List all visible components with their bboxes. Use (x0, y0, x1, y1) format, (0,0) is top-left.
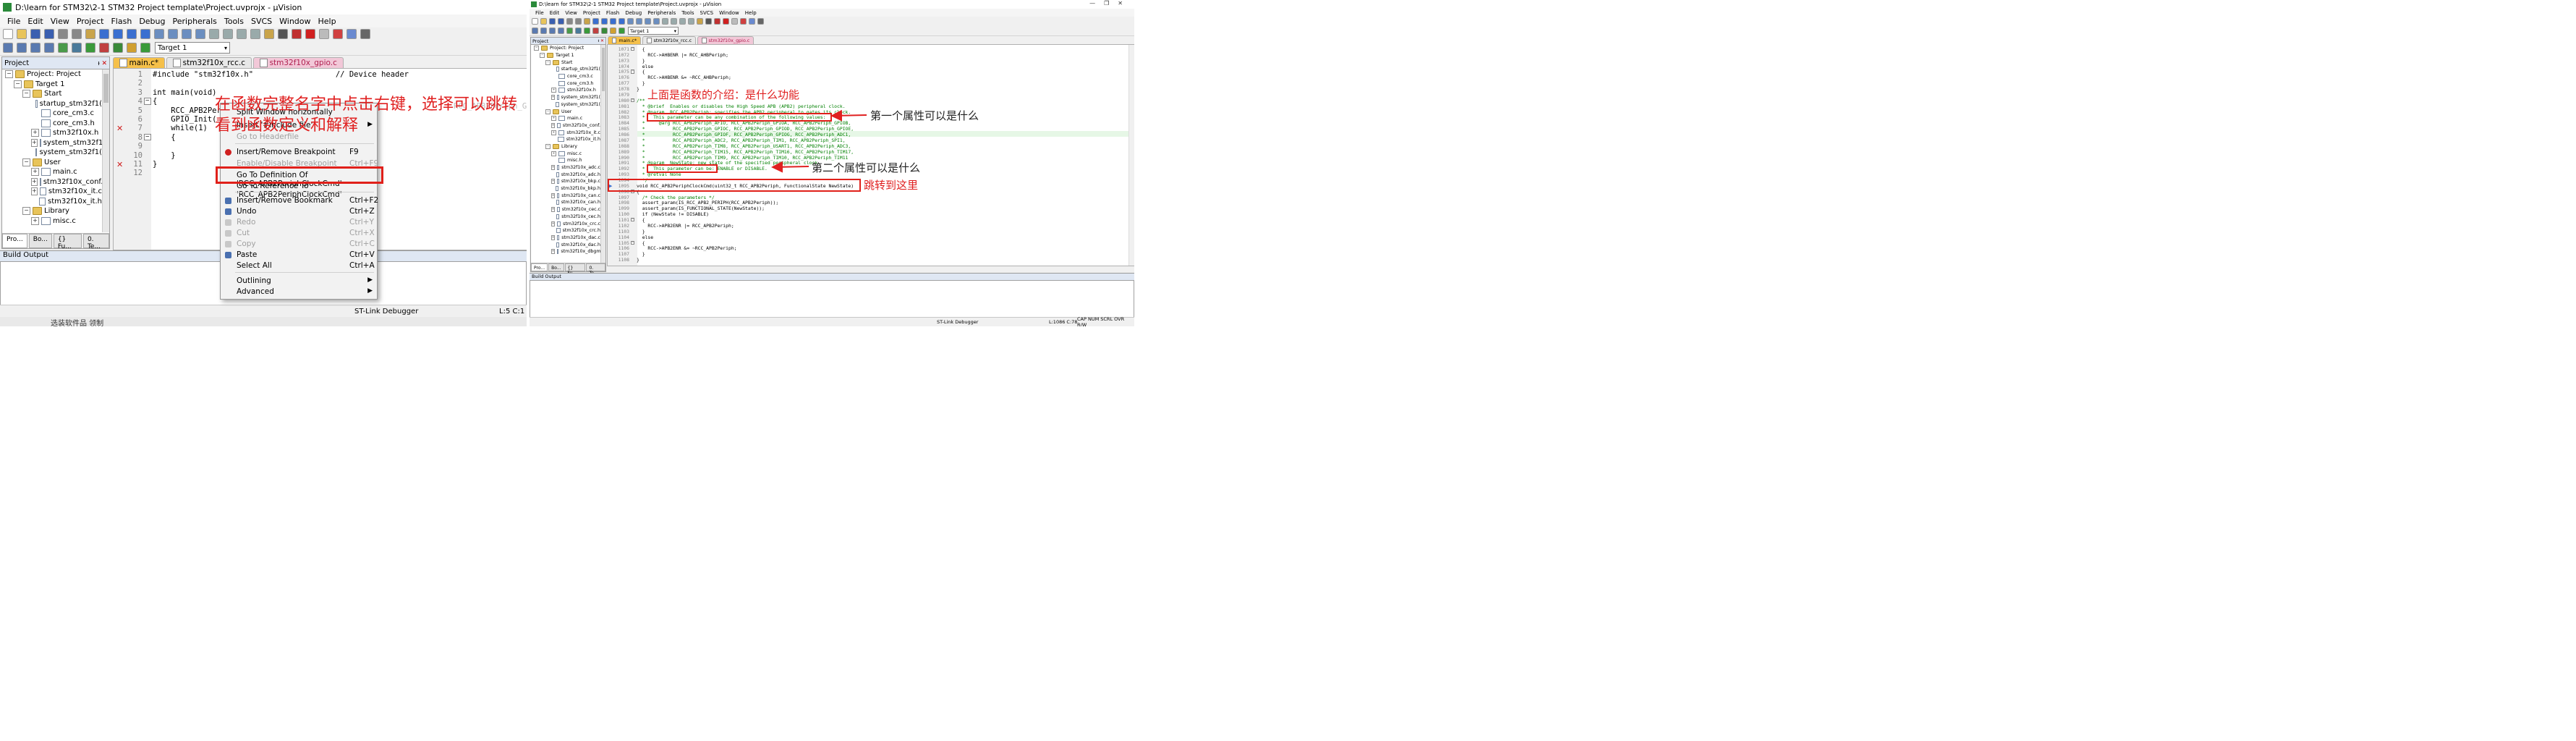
annotation-right-param1: 第一个属性可以是什么 (870, 109, 979, 122)
annotation-right-jump: 跳转到这里 (864, 179, 919, 192)
arrow-param2 (771, 161, 809, 173)
annotation-right-param2: 第二个属性可以是什么 (812, 161, 921, 174)
annotation-right-intro: 上面是函数的介绍：是什么功能 (647, 88, 800, 101)
arrow-param1 (830, 109, 867, 122)
annotation-arrows (771, 109, 867, 173)
